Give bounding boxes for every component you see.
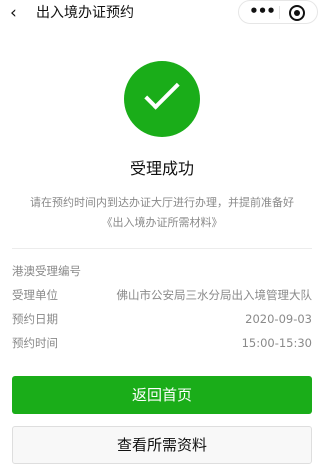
result-title: 受理成功 [129,159,194,178]
checkmark [144,74,180,110]
info-row-date: 预约日期 2020-09-03 [12,310,312,328]
info-value: 15:00-15:30 [241,336,312,350]
info-label: 预约日期 [12,312,58,326]
info-row-time: 预约时间 15:00-15:30 [12,334,312,352]
info-label: 受理单位 [12,288,58,302]
view-materials-button[interactable]: 查看所需资料 [12,426,312,464]
info-value: 2020-09-03 [245,312,312,326]
section-divider [12,248,312,249]
nav-bar: ‹ 出入境办证预约 ••• [0,0,324,26]
page-title: 出入境办证预约 [36,5,134,21]
info-label: 预约时间 [12,336,58,350]
success-check-icon [124,61,200,137]
mini-program-capsule: ••• [238,0,318,24]
info-label: 港澳受理编号 [12,264,81,278]
capsule-divider [279,6,280,19]
result-description: 请在预约时间内到达办证大厅进行办理，并提前准备好 《出入境办证所需材料》 [16,193,308,233]
result-desc-line-1: 请在预约时间内到达办证大厅进行办理，并提前准备好 [30,196,294,209]
back-home-button[interactable]: 返回首页 [12,376,312,414]
info-row-office: 受理单位 佛山市公安局三水分局出入境管理大队 [12,286,312,304]
info-row-receipt-number: 港澳受理编号 [12,262,312,280]
chevron-left-icon[interactable]: ‹ [10,4,28,22]
result-desc-line-2: 《出入境办证所需材料》 [101,216,223,229]
target-close-icon[interactable] [289,5,305,21]
info-value: 佛山市公安局三水分局出入境管理大队 [116,288,313,302]
more-dots-icon[interactable]: ••• [249,3,276,21]
